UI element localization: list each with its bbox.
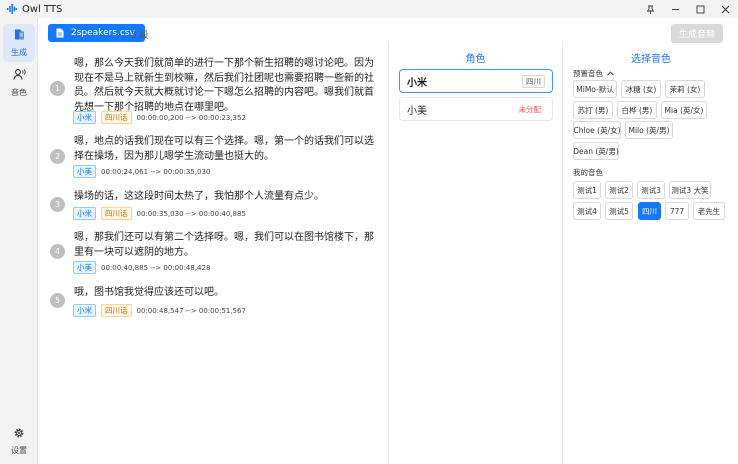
dialect-tag: 四川话 (101, 304, 132, 317)
voice-option[interactable]: 测试2 (605, 181, 633, 199)
document-icon (13, 28, 26, 44)
sidebar-item-label: 音色 (11, 88, 27, 97)
speaker-tag: 小米 (73, 207, 96, 220)
role-name: 小米 (407, 77, 427, 89)
voice-option[interactable]: 测试3 (637, 181, 665, 199)
voice-option[interactable]: 苏打 (男) (573, 101, 613, 119)
sidebar-item-label: 生成 (11, 48, 27, 57)
segment-number: 2 (50, 149, 65, 164)
voice-option[interactable]: 777 (665, 202, 689, 220)
speaker-tag: 小米 (73, 111, 96, 124)
sidebar-item-settings[interactable]: 设置 (3, 422, 35, 460)
timestamp: 00:00:40,885 --> 00:00:48,428 (101, 263, 211, 272)
segment-text: 哦，图书馆我觉得应该还可以吧。 (74, 287, 224, 298)
voice-option[interactable]: 冰糖 (女) (621, 80, 661, 98)
dialect-tag: 四川话 (101, 111, 132, 124)
chevron-up-icon (607, 71, 614, 76)
window-title: Owl TTS (22, 3, 63, 15)
role-voice-tag: 未分配 (518, 104, 542, 114)
timestamp: 00:00:48,547 --> 00:00:51,567 (136, 306, 246, 315)
role-item-xiaomei[interactable]: 小美 未分配 (399, 97, 553, 121)
voice-option[interactable]: Dean (英/男) (573, 142, 619, 160)
segment-number: 5 (50, 293, 65, 308)
voice-option[interactable]: 茉莉 (女) (665, 80, 705, 98)
segment-text: 嗯，那我们还可以有第二个选择呀。嗯，我们可以在图书馆楼下，那里有一块可以遮阴的地… (74, 232, 374, 258)
voice-panel-title: 选择音色 (631, 54, 671, 65)
sidebar-item-voices[interactable]: 音色 (3, 64, 35, 102)
voice-panel: 选择音色 预置音色 MiMo-默认 冰糖 (女) 茉莉 (女) 苏打 (男) 白… (564, 42, 738, 464)
user-voice-icon (12, 68, 26, 84)
voice-option[interactable]: Chloe (英/女) (573, 121, 621, 139)
preset-voices-label: 预置音色 (573, 69, 603, 78)
voice-option[interactable]: 测试4 (573, 202, 601, 220)
maximize-button[interactable] (688, 0, 713, 18)
dialect-tag: 四川话 (101, 207, 132, 220)
voice-option[interactable]: Milo (英/男) (625, 121, 673, 139)
close-button[interactable] (713, 0, 738, 18)
generate-audio-button[interactable]: 生成音频 (671, 24, 723, 43)
sidebar-item-generate[interactable]: 生成 (3, 24, 35, 62)
voice-option[interactable]: 白桦 (男) (617, 101, 657, 119)
pin-icon[interactable] (638, 0, 663, 18)
role-name: 小美 (407, 105, 427, 117)
timestamp: 00:00:35,030 --> 00:00:40,885 (136, 209, 246, 218)
voice-option[interactable]: 测试3 大笑 (669, 181, 711, 199)
preset-voices-toggle[interactable]: 预置音色 (573, 68, 614, 79)
owl-tts-logo-icon (7, 4, 17, 14)
role-voice-tag: 四川 (522, 74, 545, 88)
file-icon (56, 28, 64, 38)
voice-option[interactable]: 测试5 (605, 202, 633, 220)
roles-panel: 角色 小米 四川 小美 未分配 (388, 42, 563, 464)
segment-number: 1 (50, 81, 65, 96)
roles-title: 角色 (465, 54, 486, 65)
timestamp: 00:00:00,200 --> 00:00:23,352 (136, 113, 246, 122)
sidebar: 生成 音色 设置 (0, 18, 38, 464)
my-voices-label: 我的音色 (573, 168, 603, 177)
voice-option[interactable]: Mia (英/女) (661, 101, 707, 119)
gear-icon (13, 427, 25, 442)
speaker-tag: 小美 (73, 165, 96, 178)
sidebar-item-label: 设置 (11, 445, 27, 455)
role-item-xiaomi[interactable]: 小米 四川 (399, 69, 553, 93)
segment-text: 操场的话，这这段时间太热了，我怕那个人流量有点少。 (74, 191, 324, 202)
file-name: 2speakers.csv (71, 28, 135, 38)
segment-text: 嗯，那么今天我们就简单的进行一下那个新生招聘的嗯讨论吧。因为现在不是马上就新生到… (74, 58, 374, 113)
segment-count: 5 段 (131, 31, 149, 41)
voice-option[interactable]: 测试1 (573, 181, 601, 199)
voice-option[interactable]: 老先生 (693, 202, 725, 220)
segment-number: 3 (50, 197, 65, 212)
timestamp: 00:00:24,061 --> 00:00:35,030 (101, 167, 211, 176)
segment-number: 4 (50, 244, 65, 259)
speaker-tag: 小美 (73, 261, 96, 274)
voice-option[interactable]: MiMo-默认 (573, 80, 617, 98)
speaker-tag: 小米 (73, 304, 96, 317)
minimize-button[interactable] (663, 0, 688, 18)
segment-text: 嗯，地点的话我们现在可以有三个选择。嗯，第一个的话我们可以选择在操场，因为那儿嗯… (74, 136, 374, 162)
title-bar: Owl TTS (0, 0, 738, 18)
voice-option-active[interactable]: 四川 (638, 202, 661, 220)
